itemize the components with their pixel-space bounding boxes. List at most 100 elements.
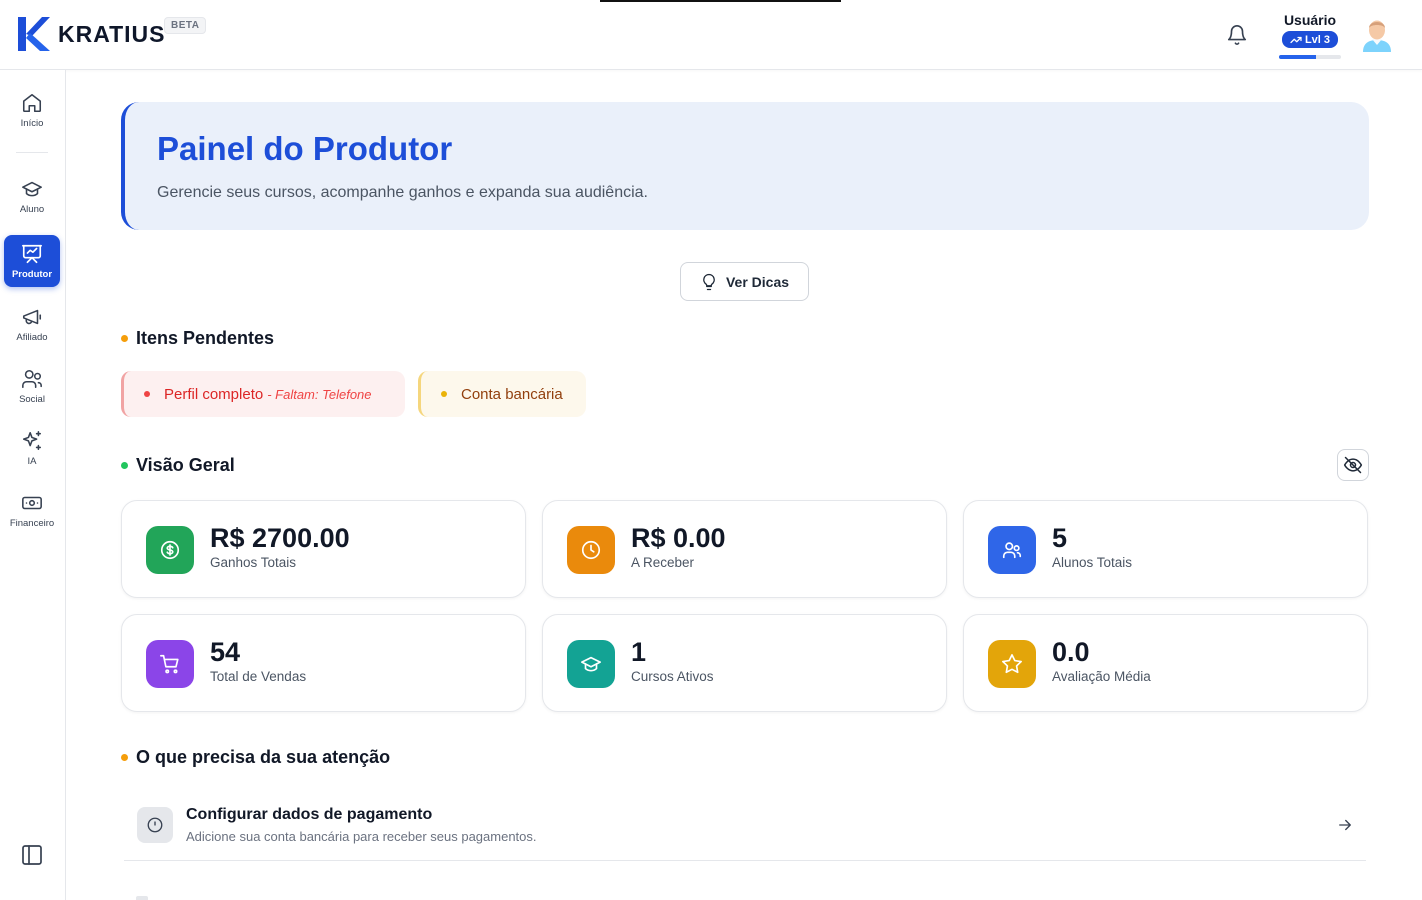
attention-item-title: Configurar dados de pagamento [186,806,433,823]
status-dot [144,391,150,397]
stat-card-a-receber: R$ 0.00 A Receber [542,500,947,598]
banknote-icon [22,496,42,509]
next-item-hint [136,896,148,900]
sidebar-item-label: Afiliado [16,331,48,343]
stat-value: R$ 2700.00 [210,523,350,553]
user-name: Usuário [1283,12,1337,28]
stat-icon-box [146,526,194,574]
top-accent-line [600,0,841,2]
stat-value: 0.0 [1052,637,1090,667]
beta-badge: BETA [164,17,207,34]
stat-label: Total de Vendas [210,669,307,684]
attention-section-title: O que precisa da sua atenção [121,747,390,768]
page-title: Painel do Produtor [157,130,453,167]
graduation-cap-icon [581,656,601,672]
sidebar-collapse-button[interactable] [20,843,44,867]
sidebar-item-label: IA [27,455,37,467]
pending-item-perfil[interactable]: Perfil completo - Faltam: Telefone [121,371,405,417]
kratius-logo-icon [18,17,50,51]
stat-card-vendas: 54 Total de Vendas [121,614,526,712]
pending-item-label: Perfil completo [164,385,264,403]
bell-icon [1227,25,1247,45]
clock-icon [147,817,163,833]
section-title-text: Visão Geral [136,455,235,475]
notifications-button[interactable] [1226,24,1248,51]
pending-item-detail: - Faltam: Telefone [267,386,372,402]
users-icon [1002,542,1022,559]
stat-value: R$ 0.00 [631,523,726,553]
overview-section-title: Visão Geral [121,455,235,476]
attention-item-payment[interactable]: Configurar dados de pagamento Adicione s… [124,790,1366,861]
attention-item-description: Adicione sua conta bancária para receber… [186,829,537,844]
shopping-cart-icon [160,654,179,674]
stat-label: Cursos Ativos [631,669,714,684]
panel-left-icon [22,845,42,865]
page-subtitle: Gerencie seus cursos, acompanhe ganhos e… [157,184,648,201]
section-title-text: O que precisa da sua atenção [136,747,391,767]
level-label: Lvl 3 [1304,33,1331,46]
section-dot [121,754,128,761]
pending-section-title: Itens Pendentes [121,328,274,349]
sidebar-item-ia[interactable]: IA [4,422,60,474]
stat-card-ganhos: R$ 2700.00 Ganhos Totais [121,500,526,598]
toggle-values-visibility-button[interactable] [1337,449,1369,481]
level-progress-fill [1279,54,1317,59]
logo[interactable]: KRATIUS [16,16,166,52]
stat-label: Avaliação Média [1052,669,1151,684]
view-tips-button[interactable]: Ver Dicas [680,262,809,301]
sidebar-item-label: Aluno [19,203,45,215]
stat-icon-box [567,640,615,688]
eye-off-icon [1343,456,1363,474]
stat-value: 1 [631,637,647,667]
avatar[interactable] [1359,16,1395,52]
sidebar-item-aluno[interactable]: Aluno [4,170,60,222]
sidebar-item-social[interactable]: Social [4,360,60,412]
stat-label: Ganhos Totais [210,555,297,570]
presentation-chart-icon [22,244,42,263]
sidebar-item-afiliado[interactable]: Afiliado [4,298,60,350]
stat-icon-box [988,640,1036,688]
pending-item-label: Conta bancária [461,385,563,403]
section-dot [121,462,128,469]
sidebar-item-label: Social [19,393,45,405]
stat-value: 5 [1052,523,1068,553]
level-badge: Lvl 3 [1281,31,1339,48]
dollar-icon [160,540,180,560]
pending-item-conta[interactable]: Conta bancária [418,371,586,417]
stat-value: 54 [210,637,241,667]
megaphone-icon [22,309,42,324]
sidebar: Início Aluno Produtor Afiliado Social IA [0,70,66,900]
users-icon [22,369,42,388]
sidebar-item-financeiro[interactable]: Financeiro [4,484,60,536]
stat-icon-box [146,640,194,688]
section-title-text: Itens Pendentes [136,328,275,348]
stat-label: A Receber [631,555,695,570]
home-icon [22,93,42,112]
logo-text: KRATIUS [58,20,166,47]
arrow-right-icon [1339,819,1351,831]
lightbulb-icon [703,273,715,290]
sidebar-item-label: Financeiro [9,517,55,529]
user-menu[interactable]: Usuário Lvl 3 [1276,12,1344,59]
stat-icon-box [988,526,1036,574]
trending-up-icon [1290,36,1302,43]
attention-icon-box [137,807,173,843]
sidebar-divider [16,152,48,153]
level-progress-bar [1279,54,1341,59]
sidebar-item-label: Início [20,117,44,129]
section-dot [121,335,128,342]
stat-card-alunos: 5 Alunos Totais [963,500,1368,598]
view-tips-label: Ver Dicas [725,273,790,290]
sidebar-item-produtor[interactable]: Produtor [4,235,60,287]
stat-card-avaliacao: 0.0 Avaliação Média [963,614,1368,712]
sidebar-item-inicio[interactable]: Início [4,84,60,136]
hero-banner: Painel do Produtor Gerencie seus cursos,… [121,102,1369,230]
stat-card-cursos: 1 Cursos Ativos [542,614,947,712]
top-bar: KRATIUS BETA Usuário Lvl 3 [0,0,1422,70]
status-dot [441,391,447,397]
star-icon [1002,654,1022,674]
stat-label: Alunos Totais [1052,555,1133,570]
graduation-cap-icon [22,181,42,196]
clock-icon [581,540,601,560]
stat-icon-box [567,526,615,574]
